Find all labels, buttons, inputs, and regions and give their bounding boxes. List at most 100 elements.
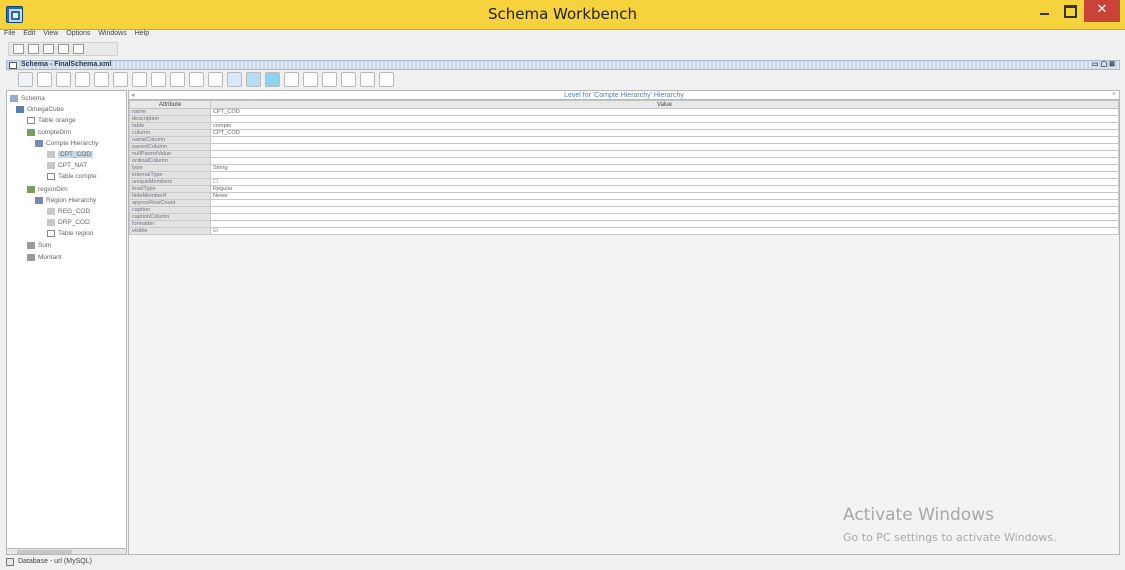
- table-row[interactable]: caption: [129, 206, 1119, 214]
- tree-item-level[interactable]: CPT_COD: [47, 150, 94, 159]
- minimize-button[interactable]: [1034, 0, 1056, 22]
- table-row[interactable]: hideMemberIf Never: [129, 192, 1119, 200]
- attribute-value-cell[interactable]: [210, 115, 1119, 123]
- tree-item-table[interactable]: Table region: [47, 229, 93, 238]
- menu-edit[interactable]: Edit: [23, 30, 35, 37]
- attribute-value-cell[interactable]: [210, 136, 1119, 144]
- attribute-value-cell[interactable]: CPT_COD: [210, 108, 1119, 116]
- add-hierarchy-icon[interactable]: [75, 72, 90, 87]
- attribute-value-cell[interactable]: [210, 157, 1119, 165]
- attribute-value-cell[interactable]: Never: [210, 192, 1119, 200]
- attribute-value-cell[interactable]: ☑: [210, 227, 1119, 235]
- attribute-value-cell[interactable]: compte: [210, 122, 1119, 130]
- table-row[interactable]: description: [129, 115, 1119, 123]
- attribute-value-cell[interactable]: [210, 150, 1119, 158]
- add-hierarchy-grant-icon[interactable]: [265, 72, 280, 87]
- attribute-value-cell[interactable]: CPT_COD: [210, 129, 1119, 137]
- watermark-title: Activate Windows: [843, 505, 994, 525]
- column-header-value[interactable]: Value: [210, 100, 1119, 109]
- attribute-value-cell[interactable]: [210, 213, 1119, 221]
- window-title: Schema Workbench: [487, 5, 638, 23]
- table-row[interactable]: column CPT_COD: [129, 129, 1119, 137]
- tree-item-hierarchy[interactable]: Region Hierarchy: [35, 196, 96, 205]
- tree-item-level[interactable]: CPT_NAT: [47, 161, 87, 170]
- tree-item-level[interactable]: DRP_COD: [47, 218, 90, 227]
- frame-controls[interactable]: ▭ ▢ ⊠: [1092, 61, 1115, 69]
- add-user-defined-function-icon[interactable]: [113, 72, 128, 87]
- tree-item-level[interactable]: REG_COD: [47, 207, 90, 216]
- table-row[interactable]: name CPT_COD: [129, 108, 1119, 116]
- attribute-value-cell[interactable]: String: [210, 164, 1119, 172]
- add-virtual-cube-icon[interactable]: [208, 72, 223, 87]
- preferences-icon[interactable]: [73, 44, 84, 54]
- maximize-button[interactable]: [1058, 0, 1080, 22]
- tree-item-cube[interactable]: OmegaCube: [16, 105, 64, 114]
- tree-item-table[interactable]: Table compte: [47, 172, 97, 181]
- scrollbar-thumb[interactable]: [17, 550, 72, 554]
- column-header-attribute[interactable]: Attribute: [129, 100, 211, 109]
- tree-item-measure[interactable]: Sum: [27, 241, 51, 250]
- attribute-name-cell: uniqueMembers: [129, 178, 211, 186]
- copy-icon[interactable]: [322, 72, 337, 87]
- database-icon: [6, 558, 14, 566]
- attribute-name-cell: levelType: [129, 185, 211, 193]
- cut-icon[interactable]: [303, 72, 318, 87]
- table-row[interactable]: parentColumn: [129, 143, 1119, 151]
- table-row[interactable]: nullParentValue: [129, 150, 1119, 158]
- edit-mode-icon[interactable]: [379, 72, 394, 87]
- tree-item-hierarchy[interactable]: Compte Hierarchy: [35, 139, 98, 148]
- table-row[interactable]: internalType: [129, 171, 1119, 179]
- menu-file[interactable]: File: [4, 30, 15, 37]
- table-row[interactable]: nameColumn: [129, 136, 1119, 144]
- add-level-icon[interactable]: [170, 72, 185, 87]
- attribute-name-cell: name: [129, 108, 211, 116]
- save-icon[interactable]: [43, 44, 54, 54]
- menu-view[interactable]: View: [43, 30, 58, 37]
- tree-item-schema[interactable]: Schema: [10, 94, 45, 103]
- menu-help[interactable]: Help: [135, 30, 149, 37]
- open-icon[interactable]: [28, 44, 39, 54]
- status-text: Database - url (MySQL): [18, 558, 92, 565]
- close-panel-icon[interactable]: ×: [1112, 91, 1116, 98]
- table-row[interactable]: visible ☑: [129, 227, 1119, 235]
- attribute-name-cell: hideMemberIf: [129, 192, 211, 200]
- attribute-value-cell[interactable]: [210, 199, 1119, 207]
- table-row[interactable]: table compte: [129, 122, 1119, 130]
- hierarchy-icon: [35, 196, 43, 204]
- add-member-grant-icon[interactable]: [284, 72, 299, 87]
- new-icon[interactable]: [13, 44, 24, 54]
- menu-options[interactable]: Options: [66, 30, 90, 37]
- delete-icon[interactable]: [360, 72, 375, 87]
- tree-item-table[interactable]: Table orange: [27, 116, 76, 125]
- add-dimension-icon[interactable]: [37, 72, 52, 87]
- table-row[interactable]: ordinalColumn: [129, 157, 1119, 165]
- add-property-icon[interactable]: [189, 72, 204, 87]
- table-row[interactable]: type String: [129, 164, 1119, 172]
- tree-item-dimension[interactable]: compteDim: [27, 128, 71, 137]
- add-cube-grant-icon[interactable]: [246, 72, 261, 87]
- table-row[interactable]: approxRowCount: [129, 199, 1119, 207]
- attribute-value-cell[interactable]: [210, 206, 1119, 214]
- add-cube-icon[interactable]: [18, 72, 33, 87]
- add-named-set-icon[interactable]: [94, 72, 109, 87]
- menu-windows[interactable]: Windows: [98, 30, 126, 37]
- add-dimension-usage-icon[interactable]: [56, 72, 71, 87]
- table-row[interactable]: formatter: [129, 220, 1119, 228]
- tree-item-measure[interactable]: Montant: [27, 253, 62, 262]
- table-row[interactable]: captionColumn: [129, 213, 1119, 221]
- paste-icon[interactable]: [341, 72, 356, 87]
- add-role-icon[interactable]: [227, 72, 242, 87]
- attribute-value-cell[interactable]: [210, 143, 1119, 151]
- add-measure-icon[interactable]: [151, 72, 166, 87]
- close-button[interactable]: ✕: [1084, 0, 1120, 22]
- table-row[interactable]: levelType Regular: [129, 185, 1119, 193]
- tree-item-dimension[interactable]: regionDim: [27, 185, 68, 194]
- save-as-icon[interactable]: [58, 44, 69, 54]
- attribute-value-cell[interactable]: ☐: [210, 178, 1119, 186]
- add-calculated-member-icon[interactable]: [132, 72, 147, 87]
- attribute-value-cell[interactable]: [210, 220, 1119, 228]
- attribute-value-cell[interactable]: Regular: [210, 185, 1119, 193]
- table-row[interactable]: uniqueMembers ☐: [129, 178, 1119, 186]
- attribute-value-cell[interactable]: [210, 171, 1119, 179]
- tree-horizontal-scrollbar[interactable]: [6, 548, 127, 555]
